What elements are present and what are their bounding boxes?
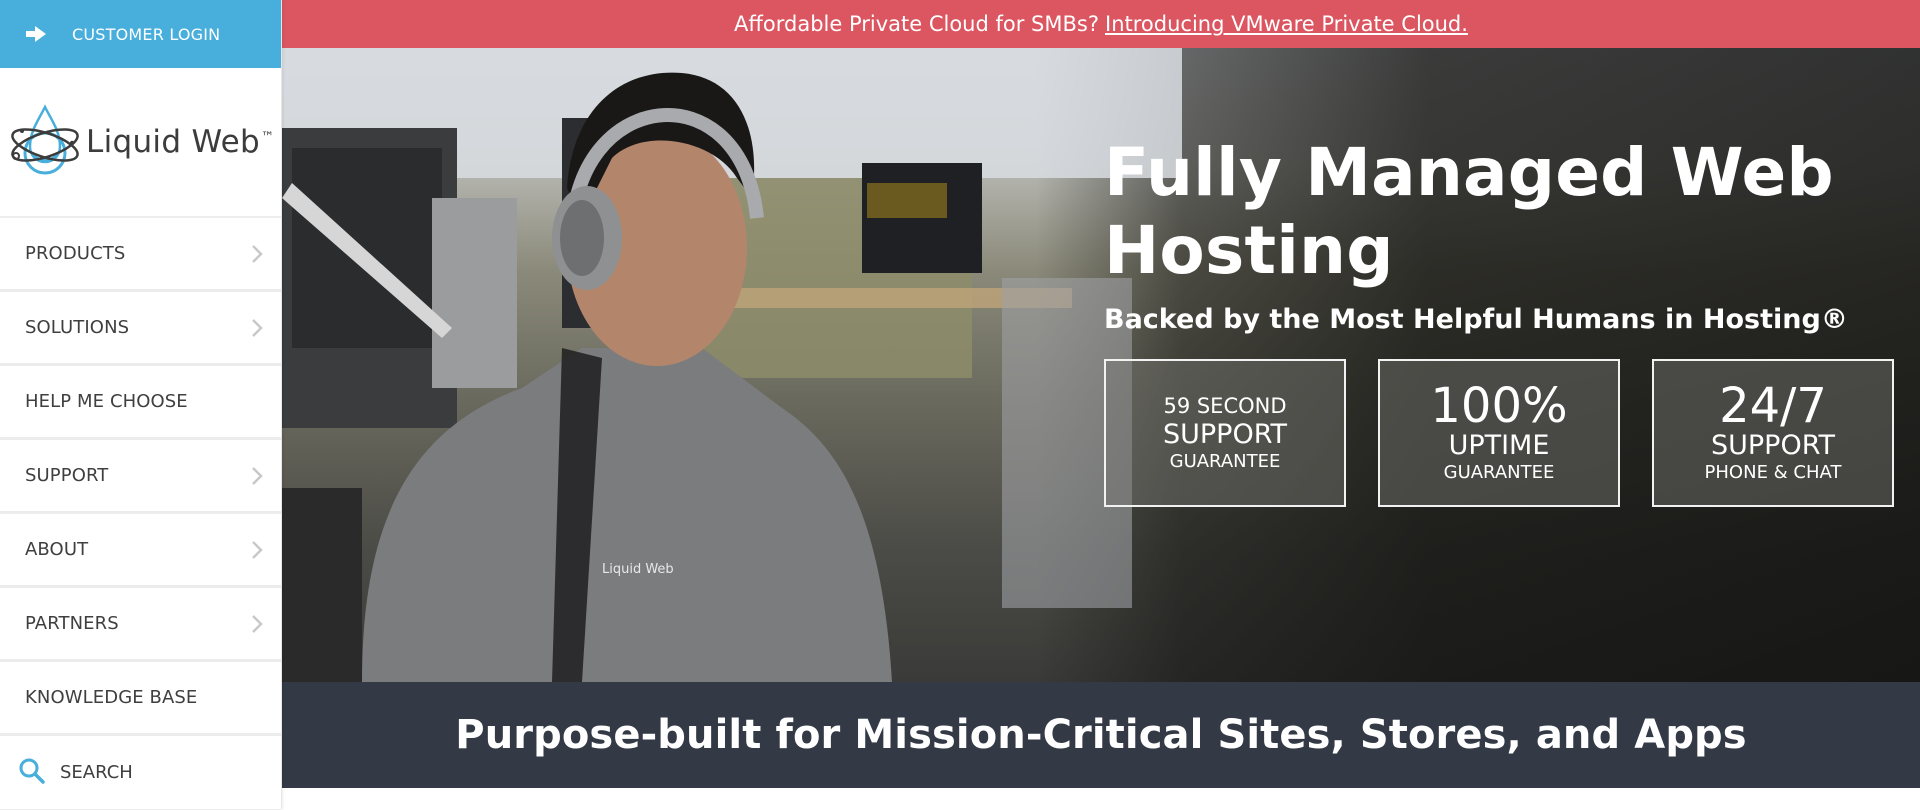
feature-box-support-guarantee: 59 SECOND SUPPORT GUARANTEE [1104, 359, 1346, 507]
sidebar: CUSTOMER LOGIN Liquid Web™ PRODUCTS SOLU… [0, 0, 282, 810]
tagline-heading: Purpose-built for Mission-Critical Sites… [455, 712, 1747, 758]
promo-banner: Affordable Private Cloud for SMBs? Intro… [282, 0, 1920, 48]
promo-text: Affordable Private Cloud for SMBs? [734, 12, 1099, 36]
sidebar-item-help-me-choose[interactable]: HELP ME CHOOSE [0, 366, 281, 440]
customer-login-label: CUSTOMER LOGIN [72, 24, 221, 44]
chevron-right-icon [251, 244, 263, 264]
feature-bottom: GUARANTEE [1443, 462, 1555, 483]
chevron-right-icon [251, 466, 263, 486]
nav-label: PARTNERS [25, 613, 119, 634]
content-area [282, 788, 1920, 809]
feature-middle: SUPPORT [1162, 419, 1287, 450]
nav-label: HELP ME CHOOSE [25, 391, 188, 412]
chevron-right-icon [251, 614, 263, 634]
nav-label: SOLUTIONS [25, 317, 130, 338]
sidebar-item-products[interactable]: PRODUCTS [0, 218, 281, 292]
sidebar-item-solutions[interactable]: SOLUTIONS [0, 292, 281, 366]
hero-section: Liquid Web Fully Managed Web Hosting Bac… [282, 48, 1920, 682]
nav-label: ABOUT [25, 539, 89, 560]
nav-label: KNOWLEDGE BASE [25, 687, 198, 708]
tagline-band: Purpose-built for Mission-Critical Sites… [282, 682, 1920, 788]
logo-wordmark: Liquid Web™ [86, 124, 275, 160]
feature-top: 100% [1430, 378, 1568, 434]
feature-bottom: GUARANTEE [1169, 451, 1281, 472]
promo-link[interactable]: Introducing VMware Private Cloud. [1105, 12, 1468, 36]
search-icon [18, 757, 46, 789]
arrow-right-icon [0, 26, 72, 42]
liquid-web-logo-icon [11, 104, 79, 175]
hero-title: Fully Managed Web Hosting [1104, 134, 1834, 289]
svg-text:Liquid Web: Liquid Web [602, 562, 674, 577]
sidebar-search-button[interactable]: SEARCH [0, 736, 281, 810]
feature-bottom: PHONE & CHAT [1704, 462, 1842, 483]
liquid-web-logo[interactable]: Liquid Web™ [0, 68, 281, 218]
sidebar-item-partners[interactable]: PARTNERS [0, 588, 281, 662]
feature-box-uptime-guarantee: 100% UPTIME GUARANTEE [1378, 359, 1620, 507]
sidebar-item-knowledge-base[interactable]: KNOWLEDGE BASE [0, 662, 281, 736]
feature-box-24-7-support: 24/7 SUPPORT PHONE & CHAT [1652, 359, 1894, 507]
chevron-right-icon [251, 318, 263, 338]
sidebar-item-about[interactable]: ABOUT [0, 514, 281, 588]
hero-content: Fully Managed Web Hosting Backed by the … [1104, 134, 1904, 507]
sidebar-item-support[interactable]: SUPPORT [0, 440, 281, 514]
feature-boxes: 59 SECOND SUPPORT GUARANTEE 100% UPTIME … [1104, 359, 1904, 507]
chevron-right-icon [251, 540, 263, 560]
feature-middle: SUPPORT [1710, 430, 1835, 461]
feature-middle: UPTIME [1448, 430, 1550, 461]
nav-label: SUPPORT [25, 465, 109, 486]
search-label: SEARCH [60, 762, 133, 783]
customer-login-button[interactable]: CUSTOMER LOGIN [0, 0, 281, 68]
nav-label: PRODUCTS [25, 243, 126, 264]
hero-subtitle: Backed by the Most Helpful Humans in Hos… [1104, 304, 1848, 335]
feature-top: 59 SECOND [1163, 394, 1287, 418]
feature-top: 24/7 [1719, 378, 1827, 434]
